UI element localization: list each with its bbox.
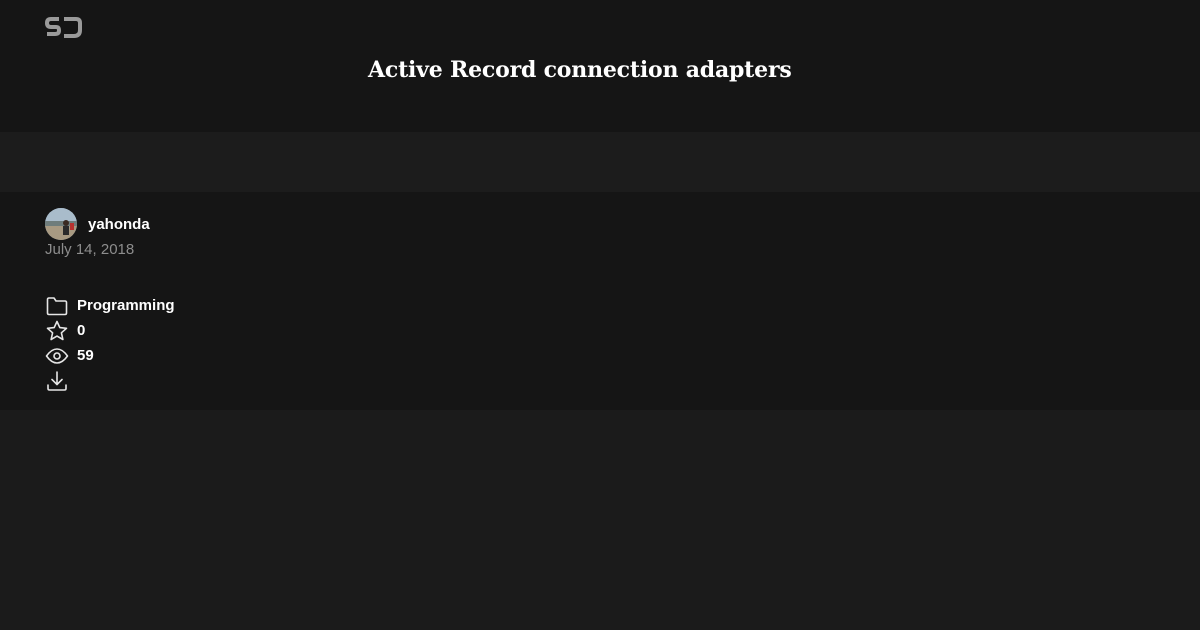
category-row[interactable]: Programming <box>45 293 175 318</box>
folder-icon <box>46 296 68 315</box>
views-row: 59 <box>45 343 175 368</box>
stars-row[interactable]: 0 <box>45 318 175 343</box>
views-count: 59 <box>77 347 94 364</box>
download-icon[interactable] <box>45 369 69 393</box>
stars-count: 0 <box>77 322 86 339</box>
star-icon[interactable] <box>45 319 69 343</box>
sj-logo-icon[interactable] <box>45 17 82 39</box>
header: Active Record connection adapters <box>0 0 1200 132</box>
eye-icon <box>45 347 69 364</box>
page: Active Record connection adapters yahond… <box>0 0 1200 630</box>
info-panel: yahonda July 14, 2018 Programming 0 59 <box>0 192 1200 410</box>
author-row[interactable]: yahonda <box>45 208 150 240</box>
author-name[interactable]: yahonda <box>88 216 150 233</box>
category-label[interactable]: Programming <box>77 297 175 314</box>
download-row[interactable] <box>45 368 175 393</box>
stats-list: Programming 0 59 <box>45 293 175 393</box>
content-band <box>0 132 1200 192</box>
page-title: Active Record connection adapters <box>368 57 792 83</box>
avatar[interactable] <box>45 208 77 240</box>
publish-date: July 14, 2018 <box>45 241 135 258</box>
